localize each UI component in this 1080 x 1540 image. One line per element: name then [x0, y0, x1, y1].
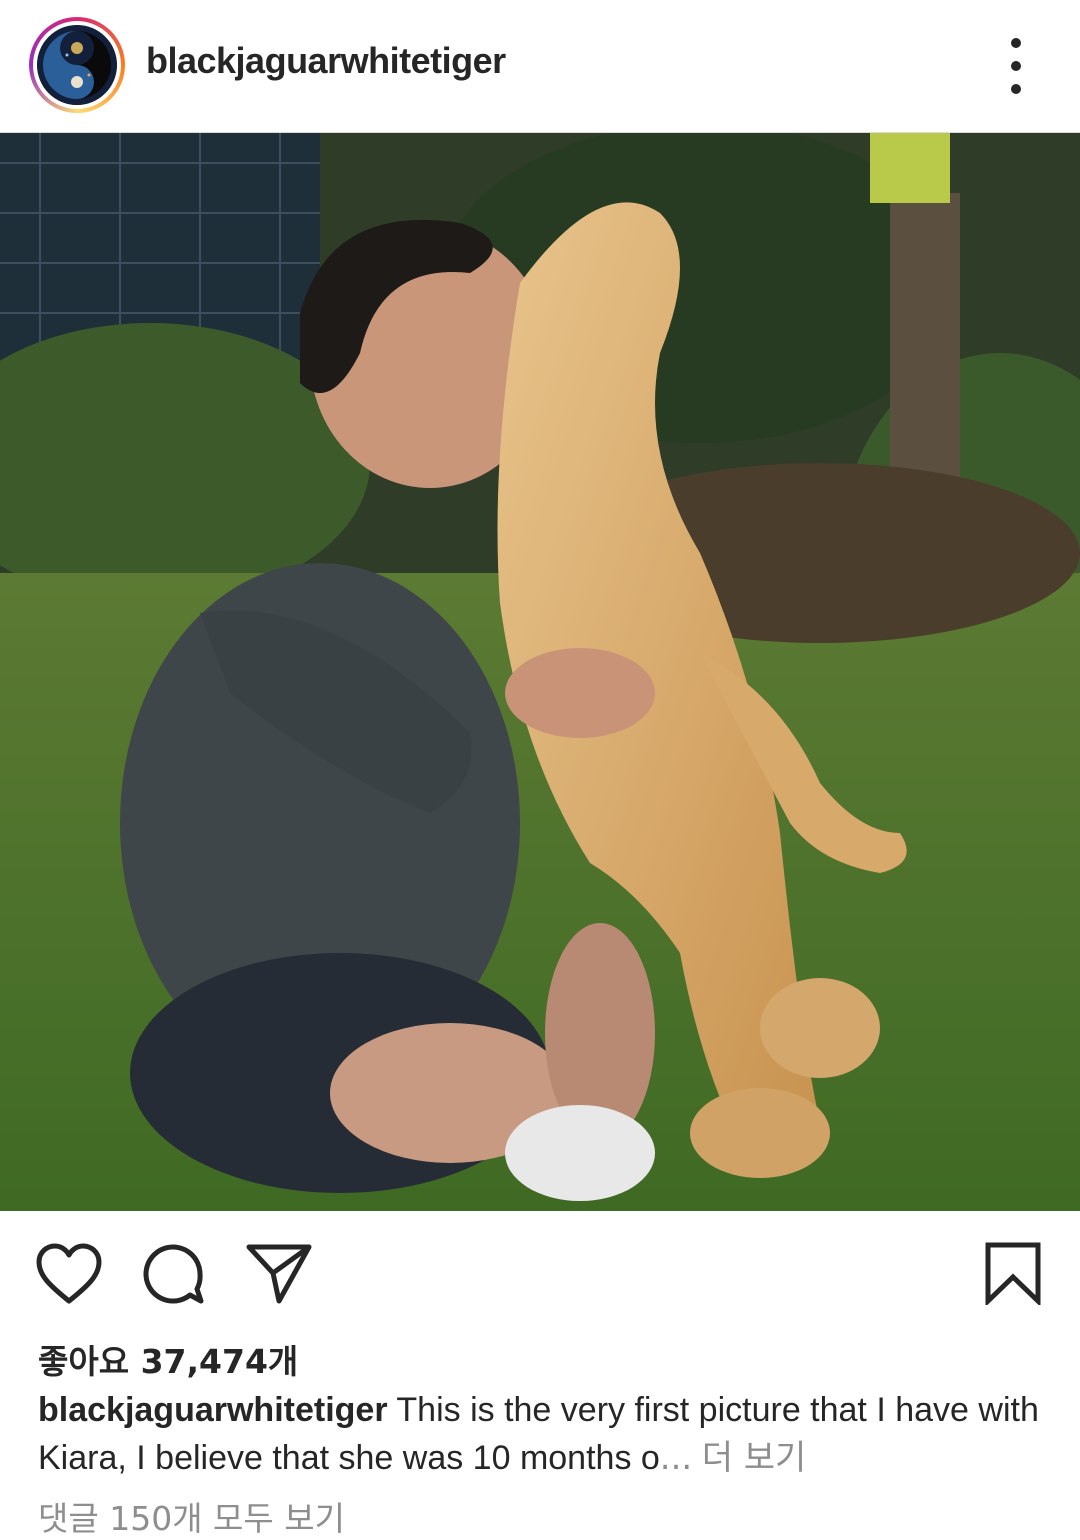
caption-ellipsis: ... [659, 1438, 693, 1478]
avatar-gap [33, 21, 121, 109]
view-all-comments-link[interactable]: 댓글 150개 모두 보기 [38, 1492, 345, 1540]
post-caption: blackjaguarwhitetiger This is the very f… [38, 1386, 1048, 1482]
post-photo[interactable] [0, 133, 1080, 1211]
like-count[interactable]: 좋아요 37,474개 [38, 1335, 298, 1383]
comment-icon[interactable] [142, 1243, 206, 1312]
post-actions [0, 1211, 1080, 1327]
more-dot [1011, 61, 1021, 71]
story-ring[interactable] [29, 17, 125, 113]
caption-more-button[interactable]: 더 보기 [702, 1438, 807, 1478]
post-username[interactable]: blackjaguarwhitetiger [146, 40, 506, 82]
caption-username[interactable]: blackjaguarwhitetiger [38, 1391, 388, 1429]
photo-illustration [0, 133, 1080, 1211]
more-dot [1011, 84, 1021, 94]
send-icon[interactable] [246, 1243, 312, 1310]
bookmark-icon[interactable] [984, 1241, 1042, 1310]
more-dot [1011, 38, 1021, 48]
avatar-art-icon [37, 25, 117, 105]
profile-avatar[interactable] [37, 25, 117, 105]
post-header: blackjaguarwhitetiger [0, 0, 1080, 132]
more-options-button[interactable] [996, 38, 1036, 94]
heart-icon[interactable] [36, 1243, 102, 1310]
